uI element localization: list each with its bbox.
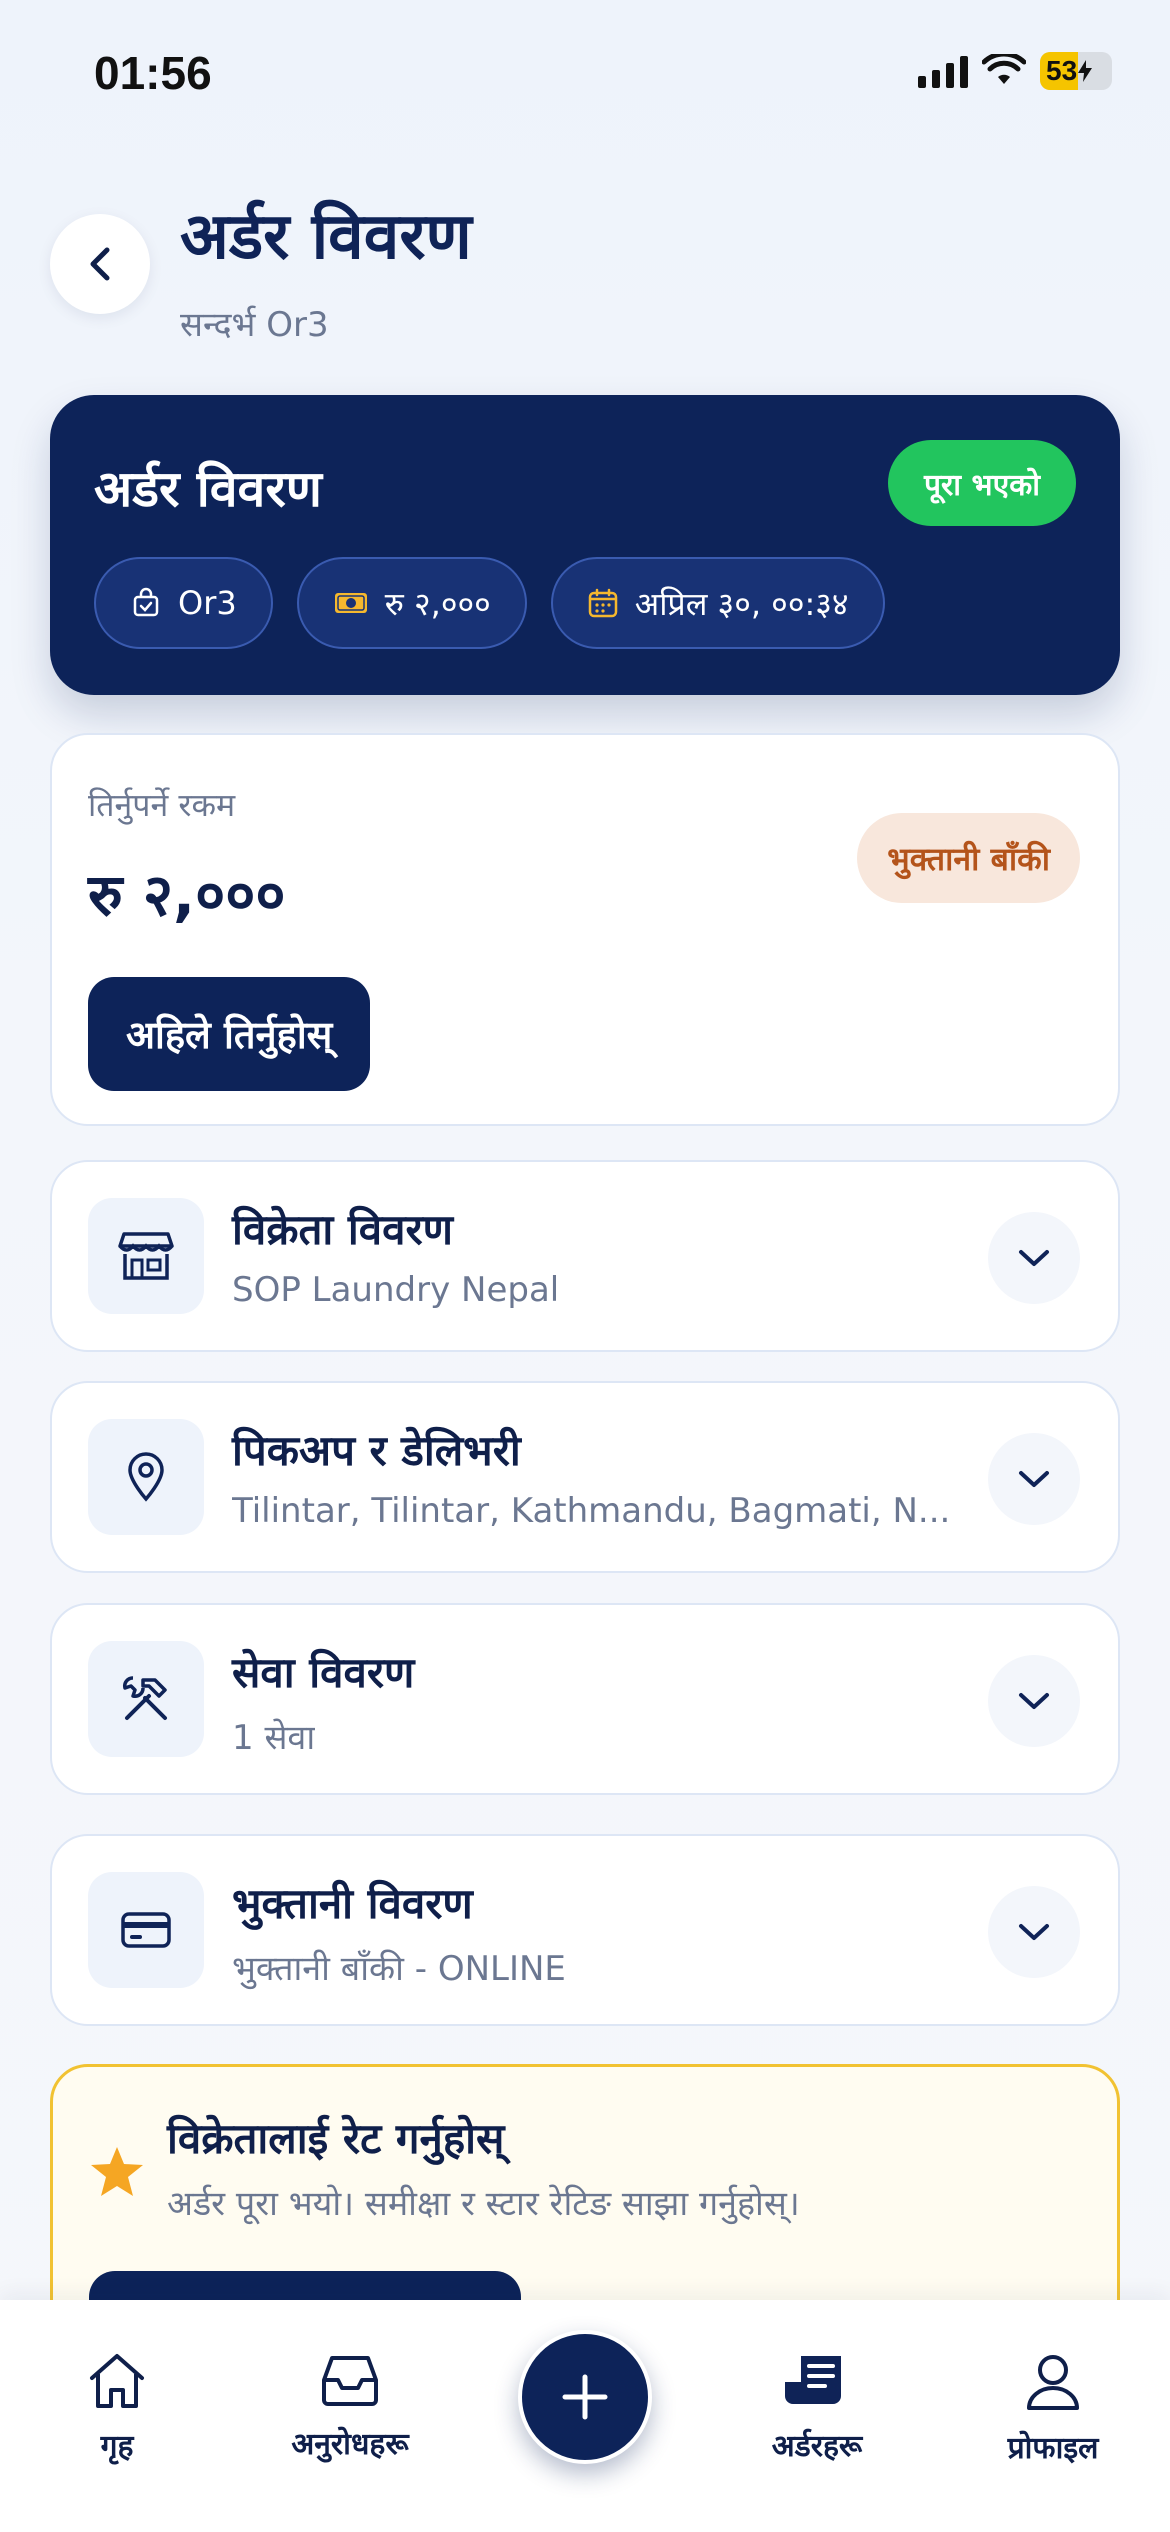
section-title: विक्रेता विवरण <box>232 1205 454 1254</box>
location-pin-icon <box>128 1452 164 1502</box>
section-icon-box <box>88 1872 204 1988</box>
store-icon <box>118 1232 174 1280</box>
order-summary-card: अर्डर विवरण पूरा भएको Or3 रु २,००० अप्रि… <box>50 395 1120 695</box>
section-subtitle: SOP Laundry Nepal <box>232 1270 560 1310</box>
shopping-bag-icon <box>133 587 159 617</box>
status-icons: 53 <box>918 52 1112 90</box>
rate-vendor-subtitle: अर्डर पूरा भयो। समीक्षा र स्टार रेटिङ सा… <box>167 2184 800 2224</box>
nav-label: प्रोफाइल <box>1007 2431 1099 2466</box>
chevron-down-icon <box>1019 1924 1049 1940</box>
nav-home[interactable]: गृह <box>64 2352 170 2465</box>
section-icon-box <box>88 1641 204 1757</box>
expand-button[interactable] <box>988 1886 1080 1978</box>
section-subtitle: Tilintar, Tilintar, Kathmandu, Bagmati, … <box>232 1491 951 1531</box>
vendor-details-section[interactable]: विक्रेता विवरण SOP Laundry Nepal <box>50 1160 1120 1352</box>
signal-icon <box>918 54 968 88</box>
order-chips: Or3 रु २,००० अप्रिल ३०, ००:३४ <box>94 557 885 649</box>
wifi-icon <box>982 54 1026 84</box>
calendar-icon <box>588 588 617 618</box>
payment-details-section[interactable]: भुक्तानी विवरण भुक्तानी बाँकी - ONLINE <box>50 1834 1120 2026</box>
order-id-chip: Or3 <box>94 557 273 649</box>
pay-now-button[interactable]: अहिले तिर्नुहोस् <box>88 977 371 1091</box>
battery-icon: 53 <box>1040 52 1112 90</box>
expand-button[interactable] <box>988 1433 1080 1525</box>
back-button[interactable] <box>50 214 150 314</box>
page-header: अर्डर विवरण सन्दर्भ Or3 <box>50 190 1120 360</box>
payment-status-badge: भुक्तानी बाँकी <box>857 813 1080 903</box>
bottom-nav: गृह अनुरोधहरू अर्डरहरू प्रोफाइल <box>0 2300 1170 2532</box>
inbox-icon <box>322 2356 378 2406</box>
amount-due-value: रु २,००० <box>88 861 286 929</box>
user-icon <box>1027 2355 1079 2410</box>
tools-icon <box>123 1676 167 1720</box>
section-title: सेवा विवरण <box>232 1648 415 1697</box>
order-card-title: अर्डर विवरण <box>94 460 322 518</box>
nav-orders[interactable]: अर्डरहरू <box>752 2352 882 2465</box>
charging-bolt-icon <box>1078 60 1093 82</box>
rate-vendor-title: विक्रेतालाई रेट गर्नुहोस् <box>167 2114 505 2163</box>
page-subtitle: सन्दर्भ Or3 <box>180 305 329 345</box>
order-amount-text: रु २,००० <box>384 584 491 623</box>
cash-icon <box>334 593 367 613</box>
amount-due-label: तिर्नुपर्ने रकम <box>88 786 236 824</box>
create-request-button[interactable] <box>518 2330 652 2464</box>
receipt-icon <box>785 2356 841 2404</box>
star-icon <box>91 2147 143 2196</box>
order-amount-chip: रु २,००० <box>296 557 527 649</box>
chevron-left-icon <box>90 247 110 281</box>
nav-profile[interactable]: प्रोफाइल <box>990 2352 1116 2467</box>
order-id-text: Or3 <box>178 584 237 622</box>
pickup-delivery-section[interactable]: पिकअप र डेलिभरी Tilintar, Tilintar, Kath… <box>50 1381 1120 1573</box>
home-icon <box>90 2354 144 2408</box>
payment-due-card: तिर्नुपर्ने रकम रु २,००० भुक्तानी बाँकी … <box>50 733 1120 1126</box>
page-title: अर्डर विवरण <box>180 200 472 274</box>
nav-label: अर्डरहरू <box>771 2429 863 2464</box>
section-icon-box <box>88 1419 204 1535</box>
expand-button[interactable] <box>988 1212 1080 1304</box>
battery-level: 53 <box>1046 55 1078 86</box>
chevron-down-icon <box>1019 1693 1049 1709</box>
credit-card-icon <box>121 1912 171 1948</box>
status-time: 01:56 <box>94 47 212 99</box>
section-icon-box <box>88 1198 204 1314</box>
nav-label: गृह <box>100 2429 134 2464</box>
nav-label: अनुरोधहरू <box>291 2427 409 2462</box>
chevron-down-icon <box>1019 1250 1049 1266</box>
status-bar: 01:56 53 <box>0 0 1170 140</box>
section-subtitle: 1 सेवा <box>232 1718 316 1758</box>
order-date-chip: अप्रिल ३०, ००:३४ <box>550 557 885 649</box>
nav-requests[interactable]: अनुरोधहरू <box>270 2352 430 2463</box>
service-details-section[interactable]: सेवा विवरण 1 सेवा <box>50 1603 1120 1795</box>
order-status-badge: पूरा भएको <box>887 440 1076 526</box>
section-title: भुक्तानी विवरण <box>232 1879 473 1928</box>
order-date-text: अप्रिल ३०, ००:३४ <box>634 584 849 623</box>
expand-button[interactable] <box>988 1655 1080 1747</box>
section-subtitle: भुक्तानी बाँकी - ONLINE <box>232 1949 566 1989</box>
section-title: पिकअप र डेलिभरी <box>232 1426 521 1475</box>
chevron-down-icon <box>1019 1471 1049 1487</box>
plus-icon <box>562 2374 608 2420</box>
